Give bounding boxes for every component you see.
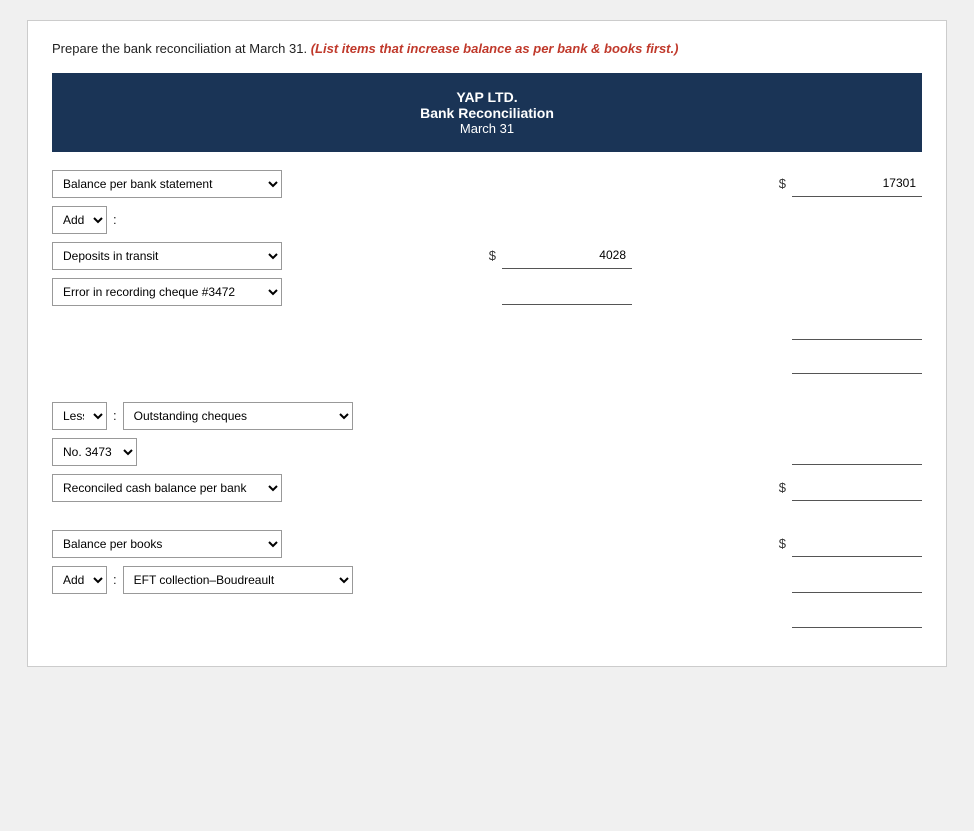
instruction-note: (List items that increase balance as per… [311,41,679,56]
reconciled-select[interactable]: Reconciled cash balance per bank [52,474,282,502]
outstanding-select[interactable]: Outstanding cheques [123,402,353,430]
final-right [632,602,922,628]
instruction-row: Prepare the bank reconciliation at March… [52,39,922,59]
balance-books-left: Balance per books [52,530,432,558]
less-select[interactable]: Less Add [52,402,107,430]
dollar-sign-1: $ [779,176,786,191]
error-input[interactable] [502,279,632,305]
deposits-mid: $ [432,243,632,269]
books-add-select[interactable]: Add Less [52,566,107,594]
eft-select[interactable]: EFT collection–Boudreault [123,566,353,594]
no-row: No. 3473 No. 3474 No. 3475 [52,438,922,466]
balance-books-select[interactable]: Balance per books [52,530,282,558]
colon-3: : [113,572,117,587]
doc-title: Bank Reconciliation [62,105,912,121]
balance-bank-select[interactable]: Balance per bank statement [52,170,282,198]
subtotal-input-1[interactable] [792,314,922,340]
error-left: Error in recording cheque #3472 [52,278,432,306]
reconciled-input[interactable] [792,475,922,501]
less-left: Less Add : Outstanding cheques [52,402,432,430]
no-input[interactable] [792,439,922,465]
reconciled-right: $ [632,475,922,501]
no-left: No. 3473 No. 3474 No. 3475 [52,438,432,466]
page-container: Prepare the bank reconciliation at March… [27,20,947,667]
no-select[interactable]: No. 3473 No. 3474 No. 3475 [52,438,137,466]
deposits-row: Deposits in transit $ [52,242,922,270]
subtotal-row-1 [52,314,922,340]
balance-bank-row: Balance per bank statement $ [52,170,922,198]
final-row [52,602,922,628]
colon-2: : [113,408,117,423]
balance-bank-input[interactable] [792,171,922,197]
dollar-sign-3: $ [779,480,786,495]
eft-left: Add Less : EFT collection–Boudreault [52,566,432,594]
no-right [632,439,922,465]
deposits-input[interactable] [502,243,632,269]
subtotal-1-right [632,314,922,340]
spacer-2 [52,510,922,530]
final-input[interactable] [792,602,922,628]
balance-books-input[interactable] [792,531,922,557]
add-select[interactable]: Add Less [52,206,107,234]
add-left: Add Less : [52,206,432,234]
error-select[interactable]: Error in recording cheque #3472 [52,278,282,306]
header-box: YAP LTD. Bank Reconciliation March 31 [52,73,922,152]
balance-bank-right: $ [632,171,922,197]
balance-books-row: Balance per books $ [52,530,922,558]
subtotal-row-2 [52,348,922,374]
balance-books-right: $ [632,531,922,557]
deposits-left: Deposits in transit [52,242,432,270]
dollar-sign-2: $ [489,248,496,263]
reconciled-row: Reconciled cash balance per bank $ [52,474,922,502]
eft-row: Add Less : EFT collection–Boudreault [52,566,922,594]
doc-date: March 31 [62,121,912,136]
less-row: Less Add : Outstanding cheques [52,402,922,430]
subtotal-2-right [632,348,922,374]
form-section: Balance per bank statement $ Add Less : [52,170,922,628]
eft-input[interactable] [792,567,922,593]
company-name: YAP LTD. [62,89,912,105]
reconciled-left: Reconciled cash balance per bank [52,474,432,502]
add-row: Add Less : [52,206,922,234]
spacer-1 [52,382,922,402]
balance-bank-left: Balance per bank statement [52,170,432,198]
eft-right [632,567,922,593]
error-mid [432,279,632,305]
dollar-sign-4: $ [779,536,786,551]
subtotal-input-2[interactable] [792,348,922,374]
colon-1: : [113,212,117,227]
deposits-select[interactable]: Deposits in transit [52,242,282,270]
error-row: Error in recording cheque #3472 [52,278,922,306]
instruction-text: Prepare the bank reconciliation at March… [52,41,307,56]
